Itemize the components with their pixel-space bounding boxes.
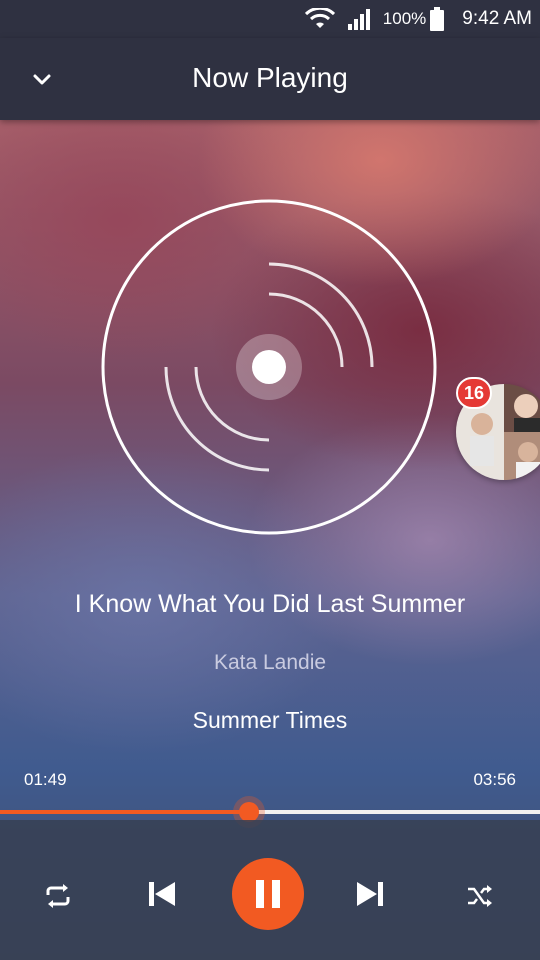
seek-bar[interactable] (0, 802, 540, 822)
artist-name[interactable]: Kata Landie (0, 650, 540, 676)
status-bar: 100% 9:42 AM (0, 0, 540, 38)
disc-icon (101, 199, 437, 535)
page-title: Now Playing (192, 62, 348, 93)
clock: 9:42 AM (462, 8, 532, 29)
repeat-button[interactable] (38, 876, 78, 916)
repeat-icon (46, 884, 70, 908)
notification-badge: 16 (456, 377, 492, 409)
album-disc (100, 198, 438, 536)
skip-next-icon (357, 882, 383, 906)
album-name[interactable]: Summer Times (0, 706, 540, 734)
total-duration: 03:56 (473, 770, 516, 789)
elapsed-time: 01:49 (24, 770, 67, 789)
previous-track-button[interactable] (138, 870, 186, 918)
battery-icon (430, 7, 445, 31)
wifi-icon (304, 8, 335, 30)
signal-icon (347, 8, 371, 30)
playback-controls (0, 820, 540, 960)
next-track-button[interactable] (346, 870, 394, 918)
play-pause-button[interactable] (232, 858, 304, 930)
app-header: Now Playing (0, 38, 540, 120)
shuffle-icon (468, 885, 492, 907)
pause-icon (256, 880, 280, 908)
battery-percent: 100% (382, 9, 427, 28)
skip-previous-icon (149, 882, 175, 906)
song-title: I Know What You Did Last Summer (74, 590, 466, 618)
seek-bar-fill (0, 810, 250, 814)
seek-bar-thumb[interactable] (239, 802, 260, 822)
shuffle-button[interactable] (460, 876, 500, 916)
